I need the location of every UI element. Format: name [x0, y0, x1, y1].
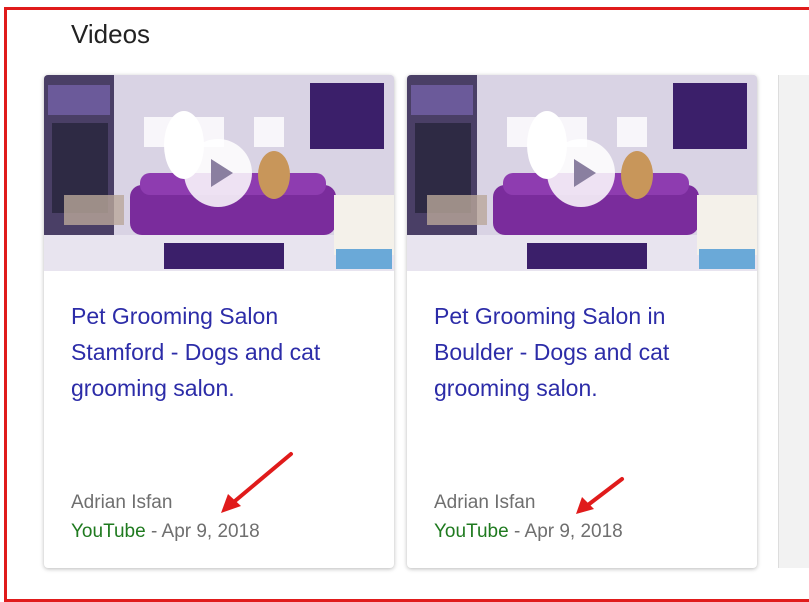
video-source-link[interactable]: YouTube [434, 521, 509, 542]
video-thumbnail[interactable] [44, 75, 394, 271]
video-meta: Adrian Isfan YouTube - Apr 9, 2018 [71, 488, 260, 546]
video-date: Apr 9, 2018 [524, 521, 623, 542]
video-card[interactable]: Pet Grooming Salon in Boulder - Dogs and… [407, 75, 757, 568]
meta-separator: - [145, 521, 162, 542]
meta-separator: - [508, 521, 525, 542]
play-button[interactable] [547, 139, 615, 207]
video-author: Adrian Isfan [71, 492, 173, 513]
section-title: Videos [71, 19, 151, 49]
video-thumbnail[interactable] [407, 75, 757, 271]
video-source-date: YouTube - Apr 9, 2018 [71, 517, 260, 546]
video-title-link[interactable]: Pet Grooming Salon in Boulder - Dogs and… [434, 298, 734, 406]
play-button[interactable] [184, 139, 252, 207]
next-card-edge[interactable] [778, 75, 809, 568]
video-source-link[interactable]: YouTube [71, 521, 146, 542]
video-author: Adrian Isfan [434, 492, 536, 513]
video-meta: Adrian Isfan YouTube - Apr 9, 2018 [434, 488, 623, 546]
play-icon [574, 159, 596, 187]
play-icon [211, 159, 233, 187]
video-card[interactable]: Pet Grooming Salon Stamford - Dogs and c… [44, 75, 394, 568]
video-source-date: YouTube - Apr 9, 2018 [434, 517, 623, 546]
video-date: Apr 9, 2018 [161, 521, 260, 542]
video-title-link[interactable]: Pet Grooming Salon Stamford - Dogs and c… [71, 298, 371, 406]
